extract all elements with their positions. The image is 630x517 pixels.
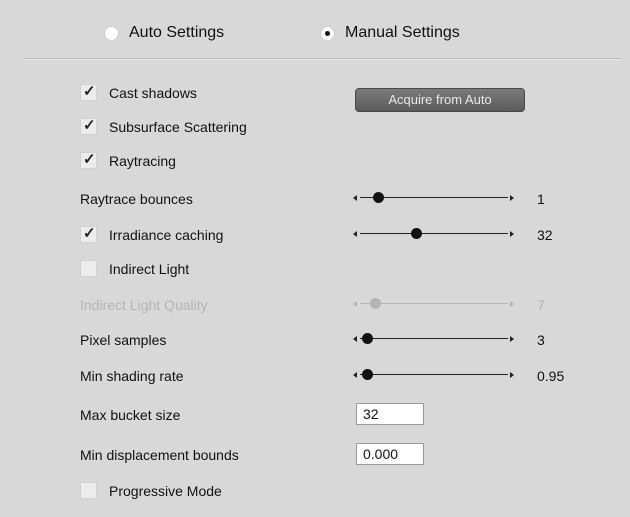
min-displacement-label: Min displacement bounds [80,447,239,463]
indirect-light-row: Indirect Light [0,260,630,284]
checkmark-icon: ✓ [83,151,96,168]
indirect-light-checkbox[interactable] [80,260,97,277]
manual-settings-label: Manual Settings [345,24,460,41]
subsurface-row: ✓ Subsurface Scattering [0,117,630,142]
irradiance-value: 32 [537,227,553,243]
slider-knob[interactable] [411,228,423,239]
indirect-quality-label: Indirect Light Quality [80,297,208,313]
min-shading-rate-label: Min shading rate [80,368,184,384]
min-shading-rate-value: 0.95 [537,368,565,384]
raytrace-bounces-slider[interactable] [353,192,518,206]
progressive-mode-checkbox[interactable] [80,482,97,499]
raytracing-label: Raytracing [109,153,176,169]
indirect-quality-row: Indirect Light Quality 7 [0,296,630,320]
decrease-arrow-icon[interactable] [353,195,357,201]
min-shading-rate-row: Min shading rate 0.95 [0,367,630,391]
decrease-arrow-icon[interactable] [353,231,357,237]
subsurface-checkbox[interactable]: ✓ [80,117,97,135]
raytrace-bounces-label: Raytrace bounces [80,191,193,207]
pixel-samples-value: 3 [537,332,545,348]
indirect-light-label: Indirect Light [109,261,190,277]
decrease-arrow-icon [353,301,357,307]
slider-track[interactable] [360,374,508,375]
progressive-mode-label: Progressive Mode [109,483,222,499]
irradiance-row: ✓ Irradiance caching 32 [0,225,630,250]
increase-arrow-icon[interactable] [510,195,514,201]
increase-arrow-icon [510,301,514,307]
min-displacement-row: Min displacement bounds [0,443,630,467]
pixel-samples-slider[interactable] [353,333,518,347]
irradiance-label: Irradiance caching [109,227,224,243]
cast-shadows-row: ✓ Cast shadows [0,83,630,108]
irradiance-checkbox[interactable]: ✓ [80,225,97,243]
checkmark-icon: ✓ [83,117,96,134]
slider-knob[interactable] [372,192,384,203]
slider-track [360,303,508,304]
auto-settings-label: Auto Settings [129,24,225,41]
max-bucket-label: Max bucket size [80,407,181,423]
irradiance-slider[interactable] [353,228,518,242]
min-displacement-field[interactable]: 0.000 [356,443,424,465]
decrease-arrow-icon[interactable] [353,372,357,378]
min-shading-rate-slider[interactable] [353,369,518,383]
increase-arrow-icon[interactable] [510,372,514,378]
slider-track[interactable] [360,233,508,234]
manual-radio-dot[interactable] [320,25,335,41]
acquire-from-auto-button[interactable]: Acquire from Auto [355,88,525,112]
mode-selector: Auto Settings Manual Settings [0,0,630,60]
increase-arrow-icon[interactable] [510,336,514,342]
increase-arrow-icon[interactable] [510,231,514,237]
pixel-samples-row: Pixel samples 3 [0,331,630,355]
divider [24,58,621,60]
decrease-arrow-icon[interactable] [353,336,357,342]
indirect-quality-slider [353,298,518,312]
render-settings-panel: Auto Settings Manual Settings ✓ Cast sha… [0,0,630,517]
slider-track[interactable] [360,338,508,339]
progressive-mode-row: Progressive Mode [0,482,630,506]
subsurface-label: Subsurface Scattering [109,119,247,135]
slider-knob[interactable] [362,369,374,380]
slider-knob [369,298,381,309]
cast-shadows-label: Cast shadows [109,85,197,101]
max-bucket-row: Max bucket size [0,403,630,427]
raytrace-bounces-row: Raytrace bounces 1 [0,190,630,214]
indirect-quality-value: 7 [537,297,545,313]
auto-radio-dot[interactable] [104,25,119,41]
manual-settings-radio[interactable]: Manual Settings [320,24,460,42]
slider-knob[interactable] [362,333,374,344]
checkmark-icon: ✓ [83,225,96,242]
pixel-samples-label: Pixel samples [80,332,167,348]
max-bucket-field[interactable]: 32 [356,403,424,425]
raytrace-bounces-value: 1 [537,191,545,207]
auto-settings-radio[interactable]: Auto Settings [104,24,224,42]
checkmark-icon: ✓ [83,83,96,100]
raytracing-checkbox[interactable]: ✓ [80,151,97,169]
cast-shadows-checkbox[interactable]: ✓ [80,83,97,101]
raytracing-row: ✓ Raytracing [0,151,630,176]
